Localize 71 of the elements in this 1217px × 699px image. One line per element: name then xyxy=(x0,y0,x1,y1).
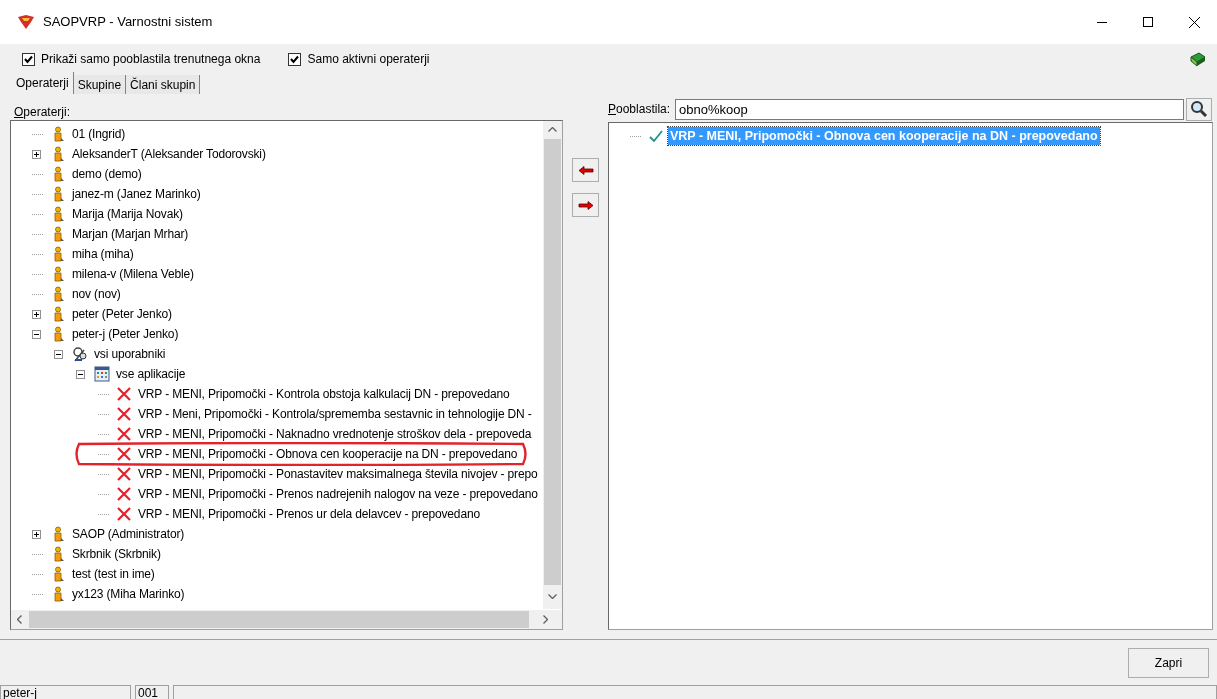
scroll-up-icon[interactable] xyxy=(548,127,557,132)
remove-button[interactable] xyxy=(572,158,599,182)
grid-icon xyxy=(94,366,110,382)
operators-label: Operaterji: xyxy=(13,104,72,120)
close-icon xyxy=(1188,16,1200,28)
tree-item[interactable]: VRP - MENI, Pripomočki - Prenos ur dela delavcev - prepovedano xyxy=(136,505,482,523)
tree-item[interactable]: test (test in ime) xyxy=(70,565,157,583)
tree-item[interactable]: yx123 (Miha Marinko) xyxy=(70,585,187,603)
tree-item[interactable]: peter (Peter Jenko) xyxy=(70,305,174,323)
expand-icon[interactable] xyxy=(32,149,41,159)
scrollbar-thumb[interactable] xyxy=(29,611,529,628)
scroll-left-icon[interactable] xyxy=(17,615,22,624)
cross-icon xyxy=(116,426,132,442)
cross-icon xyxy=(116,406,132,422)
tree-item[interactable]: Marjan (Marjan Mrhar) xyxy=(70,225,191,243)
tree-item[interactable]: miha (miha) xyxy=(70,245,136,263)
tree-item[interactable]: VRP - MENI, Pripomočki - Naknadno vrednotenje stroškov dela - prepoveda xyxy=(136,425,534,443)
tab[interactable]: Skupine xyxy=(73,75,127,94)
close-dialog-button[interactable]: Zapri xyxy=(1128,647,1209,678)
tree-item[interactable]: VRP - MENI, Pripomočki - Kontrola obstoja kalkulacij DN - prepovedano xyxy=(136,385,512,403)
left-arrow-icon xyxy=(577,165,594,175)
maximize-icon xyxy=(1143,17,1153,27)
window-title: SAOPVRP - Varnostni sistem xyxy=(43,13,213,32)
collapse-icon[interactable] xyxy=(32,329,41,339)
tree-item[interactable]: janez-m (Janez Marinko) xyxy=(70,185,203,203)
tab[interactable]: Člani skupin xyxy=(126,75,201,94)
tree-item[interactable]: VRP - MENI, Pripomočki - Prenos nadrejenih nalogov na veze - prepovedano xyxy=(136,485,540,503)
tree-item[interactable]: milena-v (Milena Veble) xyxy=(70,265,196,283)
minimize-icon xyxy=(1097,21,1107,23)
checkbox[interactable] xyxy=(22,52,35,66)
people-icon xyxy=(72,346,88,362)
checkbox-label: Prikaži samo pooblastila trenutnega okna xyxy=(41,51,261,68)
tree-item[interactable]: peter-j (Peter Jenko) xyxy=(70,325,181,343)
scroll-down-icon[interactable] xyxy=(548,594,557,599)
collapse-icon[interactable] xyxy=(76,369,85,379)
tree-item[interactable]: SAOP (Administrator) xyxy=(70,525,187,543)
scroll-right-icon[interactable] xyxy=(543,615,548,624)
tree-item[interactable]: VRP - Meni, Pripomočki - Kontrola/sprememba sestavnic in tehnologije DN - xyxy=(136,405,534,423)
right-arrow-icon xyxy=(577,200,594,210)
checkbox-label: Samo aktivni operaterji xyxy=(307,51,430,68)
cross-icon xyxy=(116,386,132,402)
add-button[interactable] xyxy=(572,193,599,217)
vertical-scrollbar[interactable] xyxy=(543,121,562,609)
cross-icon xyxy=(116,466,132,482)
scrollbar-thumb[interactable] xyxy=(544,139,561,585)
search-field[interactable]: obno%koop xyxy=(675,98,1184,120)
status-cell: peter-j xyxy=(0,685,131,699)
tree-item[interactable]: demo (demo) xyxy=(70,165,144,183)
tree-item[interactable]: vsi uporabniki xyxy=(92,345,168,363)
horizontal-scrollbar[interactable] xyxy=(11,610,562,629)
search-button[interactable] xyxy=(1186,97,1212,121)
checkbox[interactable] xyxy=(288,52,302,66)
tree-item[interactable]: Skrbnik (Skrbnik) xyxy=(70,545,163,563)
cross-icon xyxy=(116,486,132,502)
cross-icon xyxy=(116,446,132,462)
expand-icon[interactable] xyxy=(32,529,41,539)
search-icon xyxy=(1190,100,1208,118)
status-cell: 001 xyxy=(135,685,169,699)
checkmark-icon xyxy=(648,128,664,144)
permissions-label: Pooblastila: xyxy=(608,101,672,118)
tree-item[interactable]: Marija (Marija Novak) xyxy=(70,205,185,223)
tree-item[interactable]: VRP - MENI, Pripomočki - Ponastavitev maksimalnega števila nivojev - prepo xyxy=(136,465,540,483)
tree-item[interactable]: nov (nov) xyxy=(70,285,123,303)
collapse-icon[interactable] xyxy=(54,349,63,359)
tree-item[interactable]: AleksanderT (Aleksander Todorovski) xyxy=(70,145,268,163)
tree-item[interactable]: 01 (Ingrid) xyxy=(70,125,128,143)
expand-icon[interactable] xyxy=(32,309,41,319)
cross-icon xyxy=(116,506,132,522)
book-icon[interactable] xyxy=(1189,51,1207,67)
tree-item[interactable]: vse aplikacije xyxy=(114,365,188,383)
app-logo-icon xyxy=(17,14,35,30)
